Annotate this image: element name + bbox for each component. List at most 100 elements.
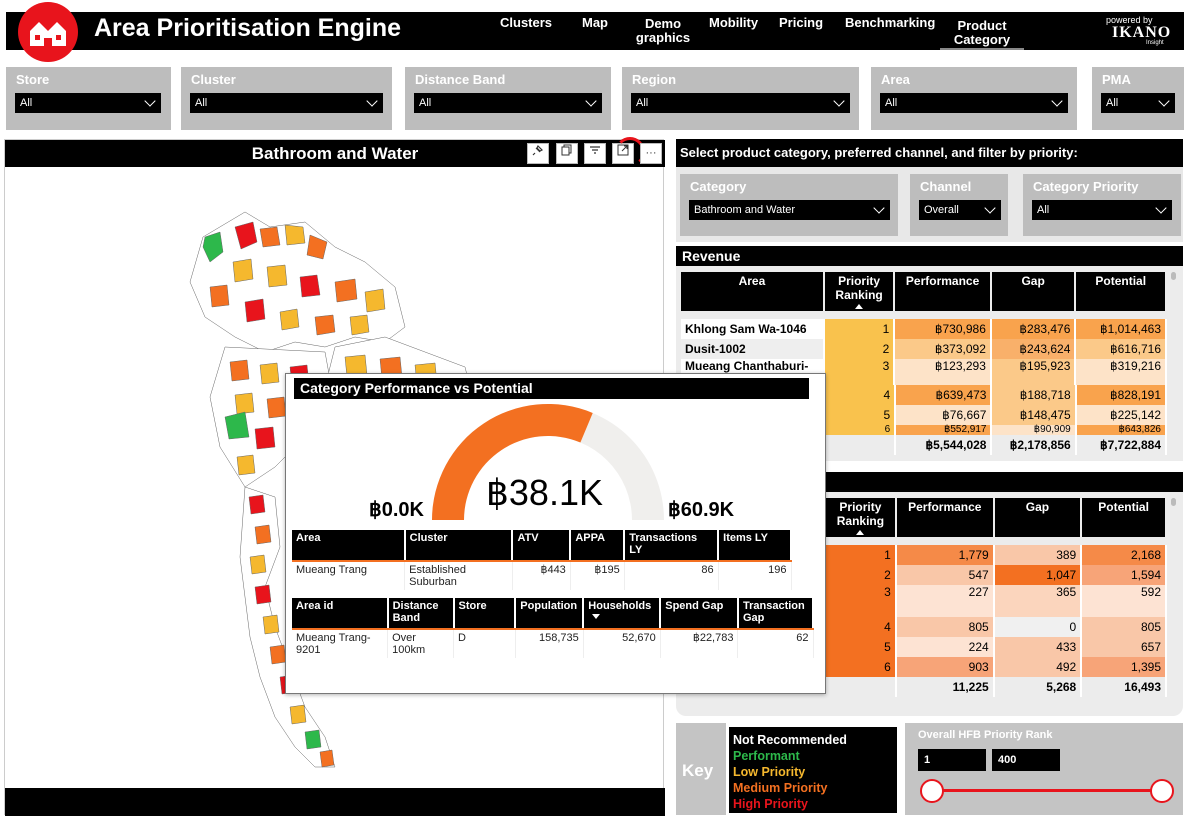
category-dropdown[interactable]: Bathroom and Water [689,200,890,220]
table-row[interactable]: 6 ฿552,917 ฿90,909 ฿643,826 [825,425,1168,435]
cell-performance: ฿76,667 [895,405,993,425]
table-row[interactable]: 6 903 492 1,395 [826,657,1167,677]
chevron-down-icon [1051,95,1063,107]
col-priority-ranking[interactable]: Priority Ranking [823,272,896,311]
cell-cluster: Established Suburban [404,561,513,590]
col-potential[interactable]: Potential [1081,498,1167,537]
table-row[interactable]: 4 ฿639,473 ฿188,718 ฿828,191 [825,385,1168,405]
slider-track[interactable] [931,789,1161,792]
table-row[interactable]: Dusit-1002 2 ฿373,092 ฿243,624 ฿616,716 [681,339,1167,359]
chevron-down-icon [873,202,885,214]
rank-max-input[interactable]: 400 [992,749,1060,771]
scrollbar[interactable] [1171,272,1176,280]
popup-title: Category Performance vs Potential [294,378,809,399]
table-row[interactable]: 3 227 365 592 [826,585,1167,617]
total-potential: 16,493 [1081,677,1167,697]
col-label: Priority Ranking [835,274,883,302]
cell-potential: 2,168 [1081,545,1167,565]
dropdown-value: All [885,97,898,109]
table-row[interactable]: 2 547 1,047 1,594 [826,565,1167,585]
table-row: Mueang Trang Established Suburban ฿443 ฿… [292,561,792,590]
table-row[interactable]: 4 805 0 805 [826,617,1167,637]
cluster-dropdown[interactable]: All [190,93,383,113]
key-label-box: Key [676,723,726,815]
cell-potential: 657 [1081,637,1167,657]
cell-rank: 4 [825,385,897,405]
cell-households: 52,670 [583,629,661,658]
cell-performance: 227 [895,585,995,617]
sort-ascending-icon [856,530,865,535]
home-logo-icon[interactable] [18,2,78,62]
col-performance[interactable]: Performance [895,498,995,537]
cell-performance: ฿730,986 [894,319,992,339]
cell-store: D [453,629,516,658]
pin-icon[interactable] [527,143,549,164]
priority-rank-slicer: Overall HFB Priority Rank 1 400 [905,723,1183,815]
tab-map[interactable]: Map [582,16,608,30]
slider-min-thumb[interactable] [920,779,944,803]
total-performance: 11,225 [895,677,995,697]
filter-label: Region [632,72,677,87]
legend-medium-priority: Medium Priority [733,781,828,795]
cell-gap: ฿243,624 [990,339,1077,359]
cell-area: Mueang Trang [292,561,406,590]
tab-benchmarking[interactable]: Benchmarking [845,16,935,30]
revenue-title: Revenue [676,246,1183,266]
cell-performance: 903 [895,657,995,677]
chevron-down-icon [1155,202,1167,214]
copy-icon[interactable] [556,143,578,164]
col-cluster: Cluster [404,530,514,562]
cell-gap: ฿188,718 [991,385,1077,405]
tab-pricing[interactable]: Pricing [779,16,823,30]
legend-low-priority: Low Priority [733,765,806,779]
filter-label: Category [690,179,747,194]
cell-rank: 4 [826,617,897,637]
table-row[interactable]: 5 224 433 657 [826,637,1167,657]
distance-band-dropdown[interactable]: All [414,93,602,113]
category-priority-filter: Category Priority All [1023,174,1181,236]
sort-descending-icon [592,614,601,619]
table-row[interactable]: Khlong Sam Wa-1046 1 ฿730,986 ฿283,476 ฿… [681,319,1167,339]
table-row[interactable]: 5 ฿76,667 ฿148,475 ฿225,142 [825,405,1168,425]
channel-dropdown[interactable]: Overall [919,200,1001,220]
rank-min-input[interactable]: 1 [918,749,986,771]
filter-cluster: Cluster All [181,67,392,130]
slider-max-thumb[interactable] [1150,779,1174,803]
tab-mobility[interactable]: Mobility [709,16,758,30]
chevron-down-icon [366,95,378,107]
dropdown-value: All [195,97,208,109]
dropdown-value: All [1037,204,1050,216]
tab-product-category[interactable]: Product Category [944,19,1020,47]
store-dropdown[interactable]: All [15,93,161,113]
filter-icon[interactable] [584,143,606,164]
col-performance[interactable]: Performance [894,272,992,311]
cell-gap: ฿283,476 [990,319,1077,339]
cell-performance: 1,779 [895,545,995,565]
category-tooltip-popup: Category Performance vs Potential ฿38.1K… [285,373,826,694]
tab-demographics[interactable]: Demo graphics [632,17,694,45]
area-dropdown[interactable]: All [880,93,1068,113]
tab-clusters[interactable]: Clusters [500,16,552,30]
more-options-icon[interactable]: ··· [640,143,662,164]
region-dropdown[interactable]: All [631,93,850,113]
dropdown-value: All [419,97,432,109]
pma-dropdown[interactable]: All [1101,93,1175,113]
chevron-down-icon [585,95,597,107]
col-gap[interactable]: Gap [993,498,1083,537]
table-row[interactable]: 1 1,779 389 2,168 [826,545,1167,565]
col-gap[interactable]: Gap [990,272,1077,311]
col-distance-band: Distance Band [387,598,455,630]
cell-potential: 1,594 [1081,565,1167,585]
scrollbar[interactable] [1171,498,1176,506]
col-potential[interactable]: Potential [1075,272,1167,311]
filter-region: Region All [622,67,859,130]
category-priority-dropdown[interactable]: All [1032,200,1172,220]
slider-label: Overall HFB Priority Rank [918,729,1053,741]
gauge-max: ฿60.9K [668,499,735,521]
filter-label: Channel [920,179,972,194]
cell-area: Khlong Sam Wa-1046 [681,319,825,339]
col-priority-ranking[interactable]: Priority Ranking [826,498,897,537]
col-area[interactable]: Area [681,272,825,311]
dropdown-value: All [1106,97,1119,109]
cell-gap: 365 [993,585,1083,617]
